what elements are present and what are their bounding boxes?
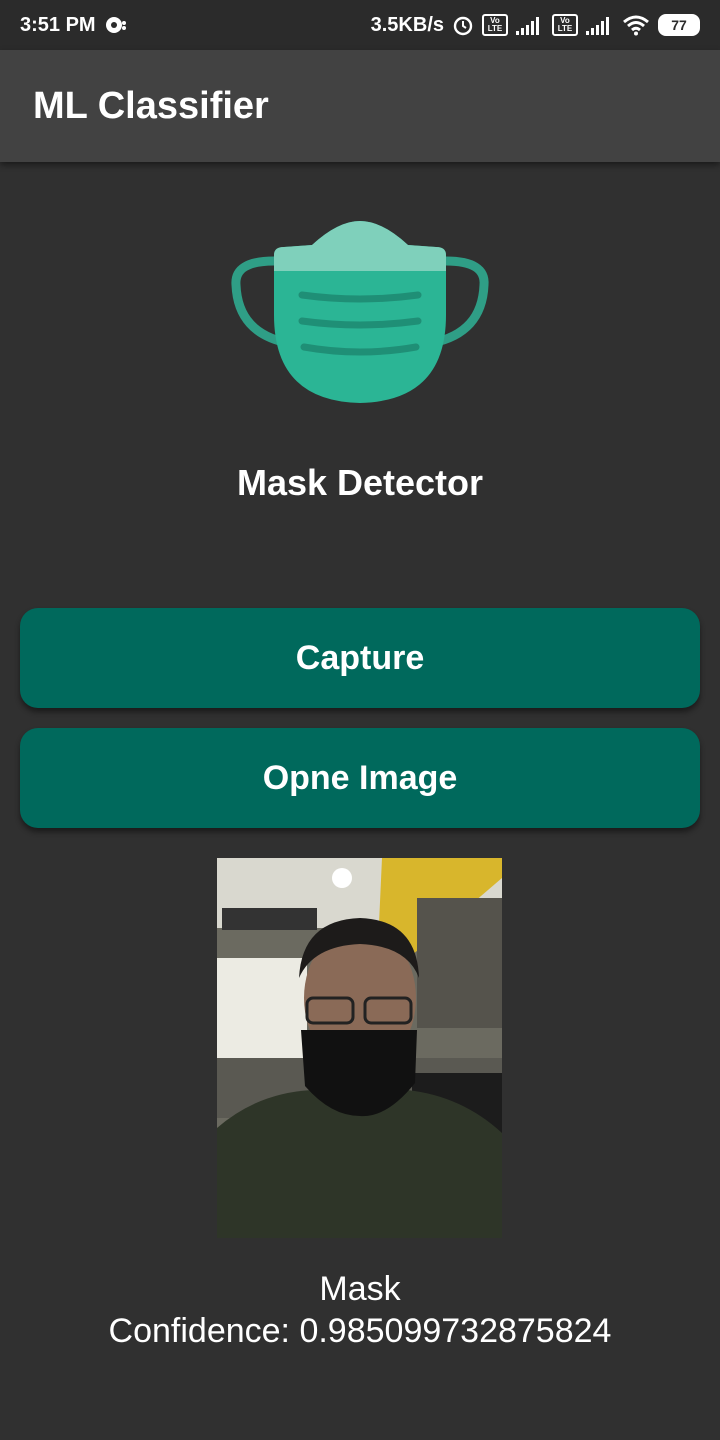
captured-photo	[217, 858, 502, 1238]
status-bar: 3:51 PM 3.5KB/s Vo LTE Vo LTE 77	[0, 0, 720, 50]
face-mask-icon	[228, 215, 492, 410]
prediction-label: Mask	[319, 1270, 401, 1308]
app-bar: ML Classifier	[0, 50, 720, 162]
status-left: 3:51 PM	[20, 14, 128, 37]
open-image-button[interactable]: Opne Image	[20, 728, 700, 828]
page-subtitle: Mask Detector	[236, 462, 484, 503]
wifi-icon	[622, 14, 650, 36]
volte-badge-2: Vo LTE	[552, 14, 578, 36]
battery-level: 77	[658, 14, 700, 36]
battery-icon: 77	[658, 14, 700, 36]
alarm-icon	[452, 14, 474, 36]
status-right: 3.5KB/s Vo LTE Vo LTE 77	[371, 14, 700, 37]
volte-badge-1: Vo LTE	[482, 14, 508, 36]
prediction-confidence: Confidence: 0.985099732875824	[108, 1312, 612, 1350]
signal-icon-1	[516, 15, 544, 35]
signal-icon-2	[586, 15, 614, 35]
app-title: ML Classifier	[33, 84, 269, 127]
sync-icon	[104, 15, 128, 35]
volte-text-2: Vo LTE	[552, 14, 578, 36]
status-time: 3:51 PM	[20, 13, 96, 36]
prediction-result: Mask Confidence: 0.985099732875824	[0, 1268, 720, 1352]
capture-button[interactable]: Capture	[20, 608, 700, 708]
net-speed: 3.5KB/s	[370, 13, 444, 36]
volte-text-1: Vo LTE	[482, 14, 508, 36]
